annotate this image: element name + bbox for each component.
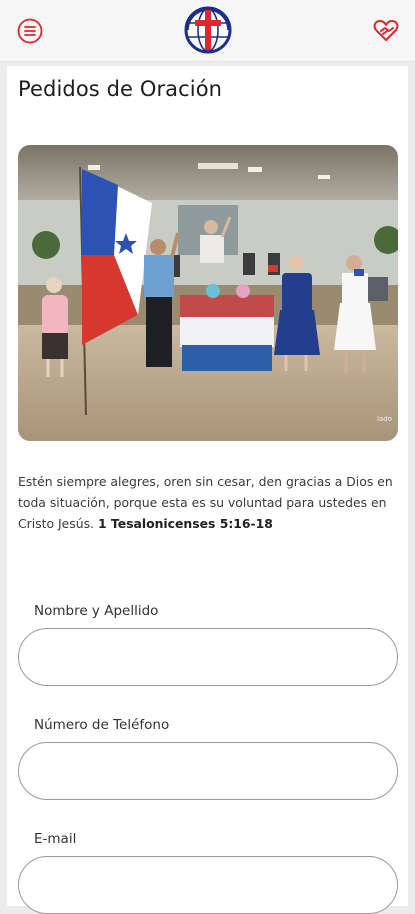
email-label: E-mail bbox=[34, 831, 77, 847]
prayer-heart-hands-icon[interactable] bbox=[372, 16, 400, 44]
app-header bbox=[0, 0, 415, 62]
bible-verse: Estén siempre alegres, oren sin cesar, d… bbox=[18, 471, 400, 534]
hamburger-menu-icon[interactable] bbox=[16, 17, 44, 45]
church-photo: lado bbox=[18, 145, 398, 441]
name-field[interactable] bbox=[18, 628, 398, 686]
phone-label: Número de Teléfono bbox=[34, 717, 170, 733]
photo-caption: lado bbox=[377, 415, 392, 423]
email-field[interactable] bbox=[18, 856, 398, 914]
content-card: Pedidos de Oración lado Estén siempre al… bbox=[7, 66, 408, 914]
church-logo[interactable] bbox=[183, 5, 233, 55]
page-title: Pedidos de Oración bbox=[18, 77, 223, 101]
name-label: Nombre y Apellido bbox=[34, 603, 159, 619]
verse-reference: 1 Tesalonicenses 5:16-18 bbox=[97, 516, 273, 531]
phone-field[interactable] bbox=[18, 742, 398, 800]
